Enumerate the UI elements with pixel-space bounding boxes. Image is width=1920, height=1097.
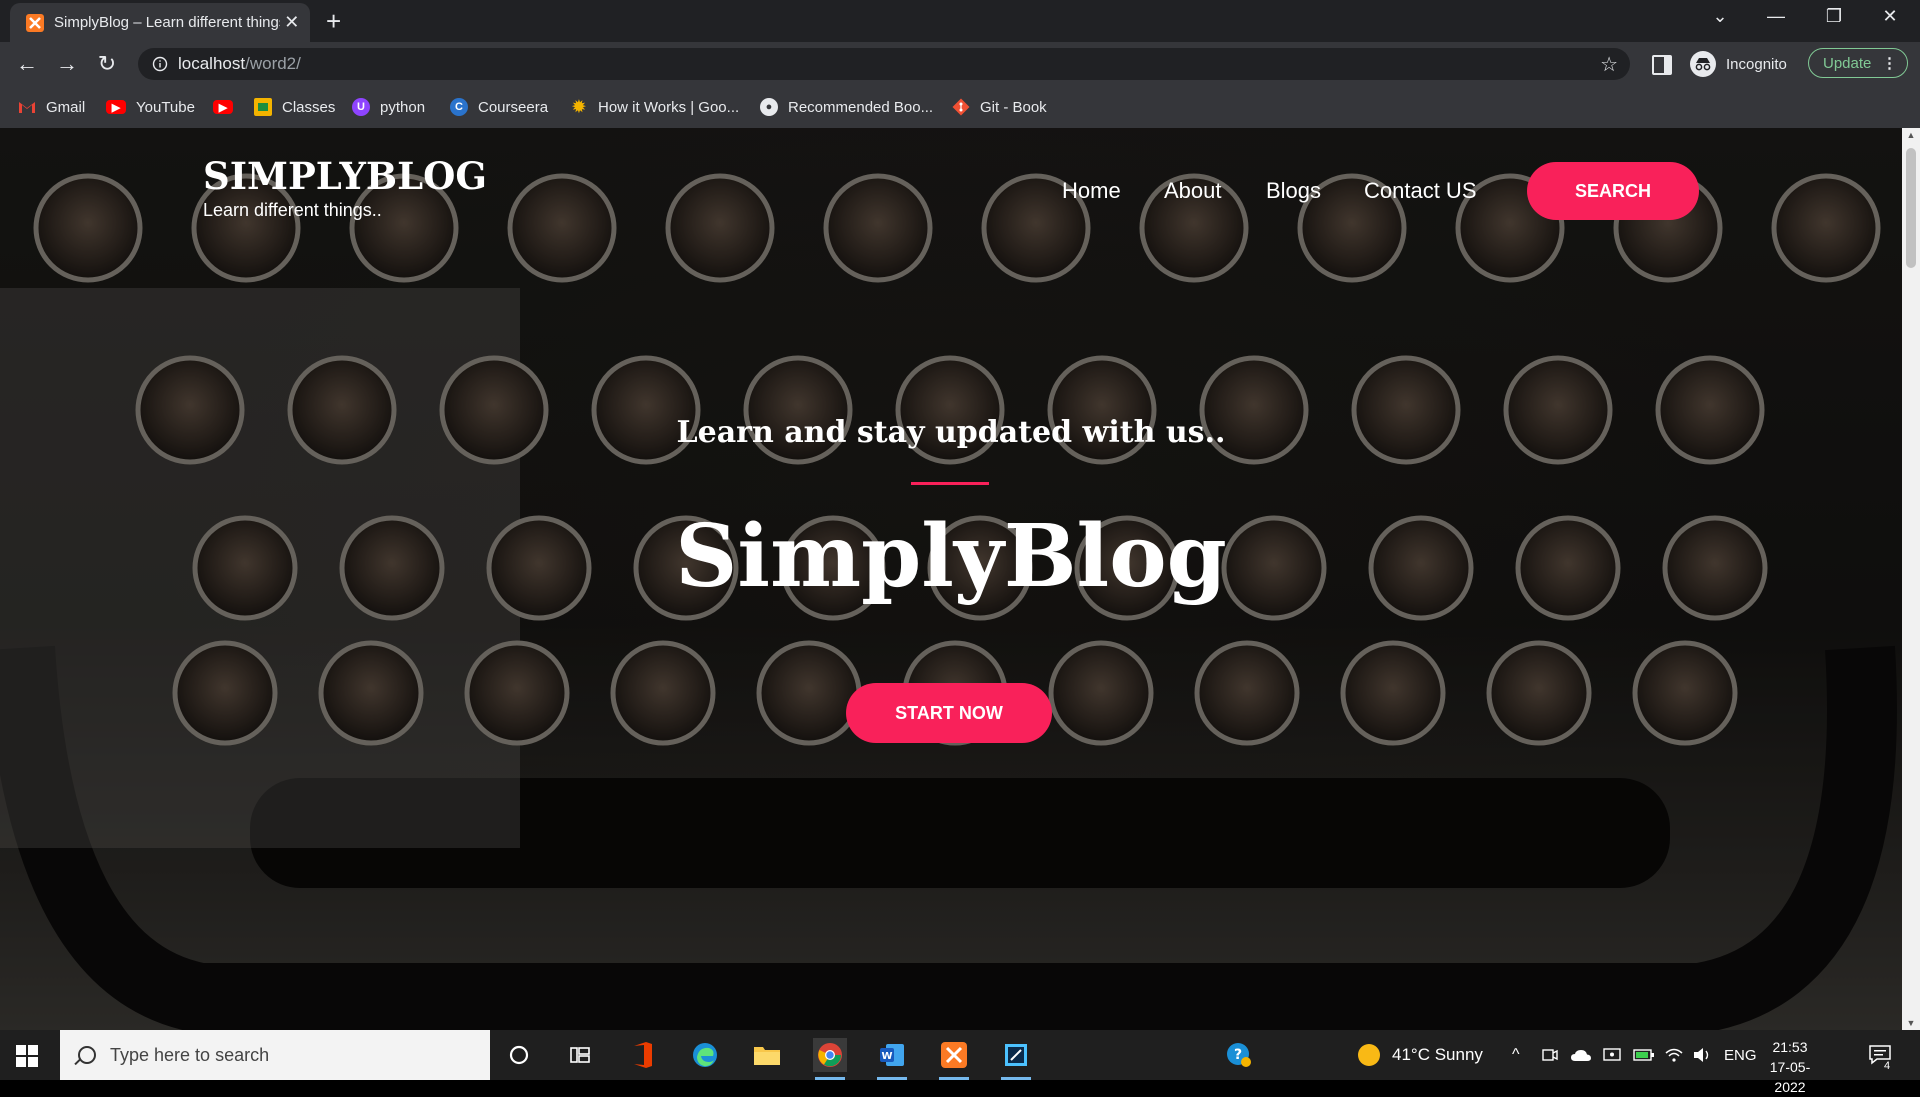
bookmark-classes[interactable]: Classes <box>254 97 335 117</box>
bookmark-courseera[interactable]: C Courseera <box>450 97 548 117</box>
new-tab-icon[interactable]: + <box>326 6 341 37</box>
start-now-button[interactable]: START NOW <box>846 683 1052 743</box>
bookmark-git-book[interactable]: Git - Book <box>952 97 1047 117</box>
site-brand[interactable]: SIMPLYBLOG Learn different things.. <box>203 154 487 221</box>
bookmarks-bar: Gmail ▶ YouTube ▶ Classes U python C Cou… <box>0 86 1920 129</box>
forward-arrow-icon[interactable]: → <box>53 51 81 77</box>
window-close-icon[interactable]: ✕ <box>1870 6 1910 27</box>
update-button[interactable]: Update ⋮ <box>1808 48 1908 78</box>
bookmark-star-icon[interactable]: ☆ <box>1600 52 1618 77</box>
youtube-icon: ▶ <box>213 100 233 114</box>
weather-text: 41°C Sunny <box>1392 1045 1483 1064</box>
incognito-indicator[interactable]: Incognito <box>1690 50 1787 78</box>
windows-taskbar: Type here to search W ? 41°C Sunny ^ ENG… <box>0 1030 1920 1095</box>
onedrive-icon[interactable] <box>1570 1030 1592 1080</box>
browser-tabstrip: SimplyBlog – Learn different things.. ✕ … <box>0 0 1920 42</box>
incognito-label: Incognito <box>1726 55 1787 73</box>
svg-text:?: ? <box>1234 1047 1242 1063</box>
taskbar-search-box[interactable]: Type here to search <box>60 1030 490 1080</box>
word-icon[interactable]: W <box>875 1038 909 1080</box>
reload-icon[interactable]: ↻ <box>93 51 121 77</box>
brand-tagline: Learn different things.. <box>203 200 382 220</box>
system-clock[interactable]: 21:53 17-05-2022 <box>1758 1037 1822 1097</box>
gmail-icon <box>18 98 36 116</box>
battery-icon[interactable] <box>1633 1030 1655 1080</box>
address-bar[interactable]: localhost/word2/ ☆ <box>138 48 1630 80</box>
back-arrow-icon[interactable]: ← <box>13 51 41 77</box>
minimize-icon[interactable]: — <box>1756 6 1796 27</box>
scroll-up-icon[interactable]: ▲ <box>1906 130 1916 140</box>
bookmark-youtube[interactable]: ▶ YouTube <box>106 97 195 117</box>
tab-close-icon[interactable]: ✕ <box>280 12 304 33</box>
show-hidden-icons-icon[interactable]: ^ <box>1512 1030 1520 1080</box>
youtube-icon: ▶ <box>106 100 126 114</box>
incognito-icon <box>1690 51 1716 77</box>
git-icon <box>952 98 970 116</box>
hero-divider <box>911 482 989 485</box>
bookmark-recommended-books[interactable]: ● Recommended Boo... <box>760 97 933 117</box>
file-explorer-icon[interactable] <box>750 1038 784 1072</box>
nav-home[interactable]: Home <box>1062 178 1121 204</box>
language-indicator[interactable]: ENG <box>1724 1030 1757 1080</box>
update-label: Update <box>1823 54 1872 72</box>
chrome-icon[interactable] <box>813 1038 847 1080</box>
hero-subtitle: Learn and stay updated with us.. <box>676 415 1226 450</box>
bookmark-youtube-2[interactable]: ▶ <box>213 97 243 117</box>
bookmark-gmail[interactable]: Gmail <box>18 97 85 117</box>
cortana-icon[interactable] <box>502 1038 536 1072</box>
scroll-down-icon[interactable]: ▼ <box>1906 1018 1916 1028</box>
meet-now-icon[interactable] <box>1542 1030 1558 1080</box>
xampp-favicon-icon <box>26 13 44 32</box>
clock-date: 17-05-2022 <box>1769 1059 1811 1095</box>
restore-icon[interactable]: ❐ <box>1814 6 1854 27</box>
hero-title: SimplyBlog <box>675 506 1227 607</box>
search-button[interactable]: SEARCH <box>1527 162 1699 220</box>
taskbar-search-placeholder: Type here to search <box>110 1044 270 1065</box>
menu-dots-icon[interactable]: ⋮ <box>1882 54 1897 72</box>
nav-blogs[interactable]: Blogs <box>1266 178 1321 204</box>
classroom-icon <box>254 98 272 116</box>
device-icon[interactable] <box>1602 1030 1622 1080</box>
page-scrollbar[interactable]: ▲ ▼ <box>1902 128 1920 1030</box>
tab-title: SimplyBlog – Learn different things.. <box>54 14 280 31</box>
url-path: /word2/ <box>245 54 301 73</box>
notification-count: 4 <box>1884 1060 1891 1072</box>
edge-icon[interactable] <box>688 1038 722 1072</box>
book-icon: ● <box>760 98 778 116</box>
wifi-icon[interactable] <box>1664 1030 1684 1080</box>
nav-contact-us[interactable]: Contact US <box>1364 178 1477 204</box>
scrollbar-thumb[interactable] <box>1906 148 1916 268</box>
volume-icon[interactable] <box>1692 1030 1712 1080</box>
python-icon: U <box>352 98 370 116</box>
tab-search-chevron-icon[interactable]: ⌄ <box>1700 6 1740 27</box>
task-view-icon[interactable] <box>563 1038 597 1072</box>
brand-name: SIMPLYBLOG <box>203 154 487 198</box>
clock-time: 21:53 <box>1772 1039 1808 1055</box>
url-host: localhost <box>178 54 246 73</box>
notifications-icon[interactable]: 4 <box>1868 1030 1894 1080</box>
bookmark-how-it-works[interactable]: ✹ How it Works | Goo... <box>570 97 739 117</box>
sun-icon: ✹ <box>572 99 586 116</box>
nav-about[interactable]: About <box>1164 178 1222 204</box>
windows-start-icon[interactable] <box>16 1045 38 1067</box>
browser-toolbar: ← → ↻ localhost/word2/ ☆ Incognito Updat… <box>0 42 1920 86</box>
bookmark-python[interactable]: U python <box>352 97 425 117</box>
weather-widget[interactable]: 41°C Sunny <box>1358 1030 1483 1080</box>
sun-icon <box>1358 1044 1380 1066</box>
office-icon[interactable] <box>626 1038 660 1072</box>
search-icon <box>78 1046 96 1064</box>
xampp-icon[interactable] <box>937 1038 971 1080</box>
coursera-icon: C <box>450 98 468 116</box>
side-panel-icon[interactable] <box>1652 55 1672 75</box>
page-viewport: SIMPLYBLOG Learn different things.. Home… <box>0 128 1902 1030</box>
svg-text:W: W <box>881 1051 892 1062</box>
browser-tab[interactable]: SimplyBlog – Learn different things.. ✕ <box>10 3 310 42</box>
snipping-tool-icon[interactable] <box>999 1038 1033 1080</box>
help-icon[interactable]: ? <box>1222 1038 1256 1072</box>
site-info-icon[interactable] <box>152 56 168 72</box>
